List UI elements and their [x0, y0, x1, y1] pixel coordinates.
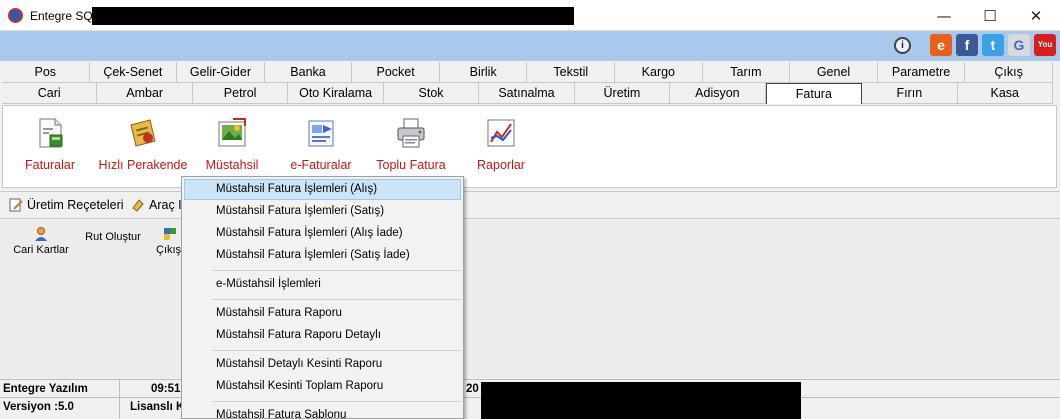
- recipe-edit-icon: [9, 198, 23, 212]
- e-faturalar-button[interactable]: e-Faturalar: [287, 116, 355, 172]
- menu-item-e-mustahsil[interactable]: e-Müstahsil İşlemleri: [184, 274, 461, 295]
- tab-ambar[interactable]: Ambar: [97, 83, 193, 104]
- window-title: Entegre SQL: [30, 9, 100, 23]
- app-logo-icon: [8, 8, 23, 23]
- tab-gelir-gider[interactable]: Gelir-Gider: [177, 62, 265, 83]
- menu-item-kesinti-toplam[interactable]: Müstahsil Kesinti Toplam Raporu: [184, 376, 461, 397]
- tab-cek-senet[interactable]: Çek-Senet: [89, 62, 178, 83]
- menu-separator: [212, 401, 461, 402]
- tab-parametre[interactable]: Parametre: [877, 62, 966, 83]
- raporlar-label: Raporlar: [477, 158, 525, 172]
- tab-kargo[interactable]: Kargo: [615, 62, 703, 83]
- e-faturalar-label: e-Faturalar: [290, 158, 352, 172]
- minimize-button[interactable]: —: [921, 0, 967, 31]
- tab-satinalma[interactable]: Satınalma: [479, 83, 575, 104]
- tab-cari[interactable]: Cari: [2, 83, 98, 104]
- menu-item-sablonu[interactable]: Müstahsil Fatura Şablonu: [184, 405, 461, 418]
- user-card-icon: [35, 227, 47, 241]
- redacted-status-area: [481, 382, 801, 419]
- arac-button[interactable]: Araç I: [131, 198, 182, 212]
- menu-separator: [212, 270, 461, 271]
- fatura-toolbar: Faturalar Hızlı Perakende Müstahsil e-Fa…: [2, 105, 1057, 188]
- uretim-receteleri-button[interactable]: Üretim Reçeteleri: [9, 198, 124, 212]
- rut-olustur-button[interactable]: Rut Oluştur: [84, 231, 142, 243]
- quick-retail-note-icon: [130, 119, 156, 147]
- cikis-label: Çıkış: [156, 244, 182, 256]
- raporlar-button[interactable]: Raporlar: [475, 116, 527, 172]
- youtube-icon[interactable]: You: [1034, 34, 1056, 56]
- tab-adisyon[interactable]: Adisyon: [670, 83, 766, 104]
- tab-kasa[interactable]: Kasa: [957, 83, 1053, 104]
- menu-item-rapor-detayli[interactable]: Müstahsil Fatura Raporu Detaylı: [184, 325, 461, 346]
- tab-pos[interactable]: Pos: [2, 62, 90, 83]
- mustahsil-button[interactable]: Müstahsil: [202, 116, 262, 172]
- redacted-title-area: [92, 7, 574, 25]
- tab-tekstil[interactable]: Tekstil: [527, 62, 616, 83]
- info-icon[interactable]: i: [894, 37, 911, 54]
- menu-separator: [212, 299, 461, 300]
- tab-cikis[interactable]: Çıkış: [965, 62, 1053, 83]
- faturalar-label: Faturalar: [24, 158, 76, 172]
- facebook-icon[interactable]: f: [956, 34, 978, 56]
- toplu-fatura-label: Toplu Fatura: [376, 158, 446, 172]
- menu-item-alis-iade[interactable]: Müstahsil Fatura İşlemleri (Alış İade): [184, 223, 461, 244]
- tab-pocket[interactable]: Pocket: [352, 62, 440, 83]
- faturalar-button[interactable]: Faturalar: [24, 116, 76, 172]
- tab-fatura[interactable]: Fatura: [765, 83, 863, 104]
- tab-petrol[interactable]: Petrol: [192, 83, 289, 104]
- cikis-button[interactable]: Çıkış: [156, 226, 182, 256]
- tab-banka[interactable]: Banka: [264, 62, 353, 83]
- menu-item-alis[interactable]: Müstahsil Fatura İşlemleri (Alış): [184, 179, 461, 200]
- maximize-button[interactable]: ☐: [967, 0, 1013, 31]
- tabs-row-1: Pos Çek-Senet Gelir-Gider Banka Pocket B…: [2, 62, 1053, 83]
- arac-label: Araç I: [149, 198, 182, 212]
- cari-kartlar-label: Cari Kartlar: [13, 244, 69, 256]
- tab-genel[interactable]: Genel: [790, 62, 878, 83]
- explorer-icon[interactable]: e: [930, 34, 952, 56]
- hizli-perakende-button[interactable]: Hızlı Perakende: [97, 116, 189, 172]
- status-time: 09:51: [151, 383, 181, 395]
- menu-item-satis[interactable]: Müstahsil Fatura İşlemleri (Satış): [184, 201, 461, 222]
- tab-uretim[interactable]: Üretim: [574, 83, 671, 104]
- status-divider: [119, 380, 120, 399]
- mustahsil-label: Müstahsil: [205, 158, 259, 172]
- twitter-icon[interactable]: t: [982, 34, 1004, 56]
- menu-item-kesinti-detayli[interactable]: Müstahsil Detaylı Kesinti Raporu: [184, 354, 461, 375]
- version-text: Versiyon :5.0: [3, 401, 74, 413]
- company-name: Entegre Yazılım: [3, 383, 88, 395]
- invoice-document-icon: [39, 118, 63, 148]
- tab-stok[interactable]: Stok: [383, 83, 480, 104]
- quick-access-band: Üretim Reçeteleri Araç I: [0, 191, 1060, 219]
- tabs-row-2: Cari Ambar Petrol Oto Kiralama Stok Satı…: [2, 83, 1053, 104]
- uretim-receteleri-label: Üretim Reçeteleri: [27, 198, 124, 212]
- hizli-perakende-label: Hızlı Perakende: [98, 158, 188, 172]
- tab-birlik[interactable]: Birlik: [439, 62, 528, 83]
- mustahsil-image-icon: [218, 118, 246, 147]
- printer-icon: [397, 118, 425, 148]
- status-divider: [119, 398, 120, 419]
- status-year: 20: [466, 383, 479, 395]
- title-bar: Entegre SQL — ☐ ✕: [0, 0, 1060, 31]
- rut-olustur-label: Rut Oluştur: [85, 231, 141, 243]
- cari-kartlar-button[interactable]: Cari Kartlar: [12, 226, 70, 256]
- vehicle-tool-icon: [132, 199, 144, 212]
- close-button[interactable]: ✕: [1013, 0, 1059, 31]
- menu-separator: [212, 350, 461, 351]
- menu-item-satis-iade[interactable]: Müstahsil Fatura İşlemleri (Satış İade): [184, 245, 461, 266]
- tab-tarim[interactable]: Tarım: [702, 62, 791, 83]
- toplu-fatura-button[interactable]: Toplu Fatura: [374, 116, 448, 172]
- license-text: Lisanslı K: [130, 401, 185, 413]
- e-invoice-icon: [308, 120, 334, 147]
- menu-item-rapor[interactable]: Müstahsil Fatura Raporu: [184, 303, 461, 324]
- tab-oto-kiralama[interactable]: Oto Kiralama: [288, 83, 384, 104]
- mustahsil-dropdown-menu: Müstahsil Fatura İşlemleri (Alış) Müstah…: [181, 176, 464, 419]
- chart-report-icon: [487, 119, 515, 147]
- google-icon[interactable]: G: [1008, 34, 1030, 56]
- tab-firin[interactable]: Fırın: [862, 83, 958, 104]
- exit-icon: [164, 228, 176, 240]
